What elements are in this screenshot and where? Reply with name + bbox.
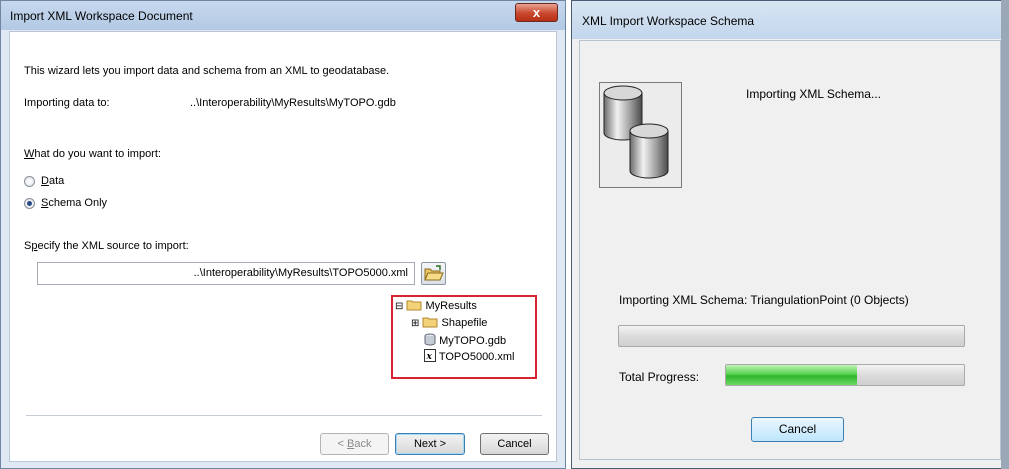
schema-only-radio[interactable]	[24, 198, 35, 209]
svg-text:x: x	[426, 352, 433, 362]
button-separator	[26, 415, 542, 417]
data-option-label: Data	[41, 175, 65, 187]
expand-icon[interactable]: ⊞	[411, 318, 419, 329]
import-xml-dialog: Import XML Workspace Document x This wiz…	[0, 0, 566, 469]
progress-body: Importing XML Schema... Importing XML Sc…	[579, 40, 1001, 460]
xml-file-icon: x	[424, 349, 436, 362]
total-progress-bar	[725, 364, 965, 386]
dialog-title: XML Import Workspace Schema	[582, 14, 755, 28]
folder-icon	[422, 317, 438, 328]
xml-source-input[interactable]: ..\Interoperability\MyResults\TOPO5000.x…	[37, 262, 415, 285]
close-button[interactable]: x	[515, 3, 558, 22]
detail-text: Importing XML Schema: TriangulationPoint…	[619, 293, 909, 307]
wizard-body: This wizard lets you import data and sch…	[9, 31, 557, 462]
dialog-title: Import XML Workspace Document	[10, 9, 193, 23]
database-illustration	[599, 82, 682, 188]
browse-button[interactable]	[421, 262, 446, 285]
schema-only-option-label: Schema Only	[41, 197, 108, 209]
title-bar: XML Import Workspace Schema	[572, 1, 1008, 39]
close-icon: x	[532, 5, 541, 20]
importing-to-label: Importing data to:	[24, 97, 110, 109]
what-to-import-label: What do you want to import:	[24, 148, 161, 160]
total-progress-label: Total Progress:	[619, 370, 700, 384]
xml-source-label: Specify the XML source to import:	[24, 240, 189, 252]
item-progress-bar	[618, 325, 965, 347]
tree-node-mytopo-gdb[interactable]: MyTOPO.gdb	[424, 333, 506, 349]
source-tree-callout: ⊟ MyResults ⊞ Shapefile MyTOPO.gdb x TOP…	[391, 295, 537, 379]
cancel-button[interactable]: Cancel	[480, 433, 549, 455]
folder-icon	[406, 300, 422, 311]
status-text: Importing XML Schema...	[746, 87, 881, 101]
total-progress-fill	[726, 365, 857, 385]
tree-label: MyTOPO.gdb	[439, 335, 507, 347]
intro-text: This wizard lets you import data and sch…	[24, 65, 390, 77]
tree-label: TOPO5000.xml	[438, 351, 515, 363]
data-radio[interactable]	[24, 176, 35, 187]
tree-node-shapefile[interactable]: ⊞ Shapefile	[411, 316, 487, 332]
schema-import-dialog: XML Import Workspace Schema Importing XM…	[571, 0, 1009, 469]
next-button[interactable]: Next >	[395, 433, 465, 455]
open-folder-icon	[424, 265, 444, 281]
cancel-button[interactable]: Cancel	[751, 417, 844, 442]
importing-to-path: ..\Interoperability\MyResults\MyTOPO.gdb	[190, 97, 396, 109]
tree-node-topo5000-xml[interactable]: x TOPO5000.xml	[424, 349, 514, 365]
geodatabase-icon	[424, 333, 436, 346]
tree-label: MyResults	[425, 300, 477, 312]
back-button[interactable]: < Back	[320, 433, 389, 455]
tree-label: Shapefile	[441, 317, 488, 329]
database-icon	[603, 85, 669, 179]
desktop-background-edge	[1001, 0, 1009, 469]
tree-node-myresults[interactable]: ⊟ MyResults	[395, 299, 477, 315]
collapse-icon[interactable]: ⊟	[395, 301, 403, 312]
title-bar: Import XML Workspace Document x	[1, 1, 565, 30]
